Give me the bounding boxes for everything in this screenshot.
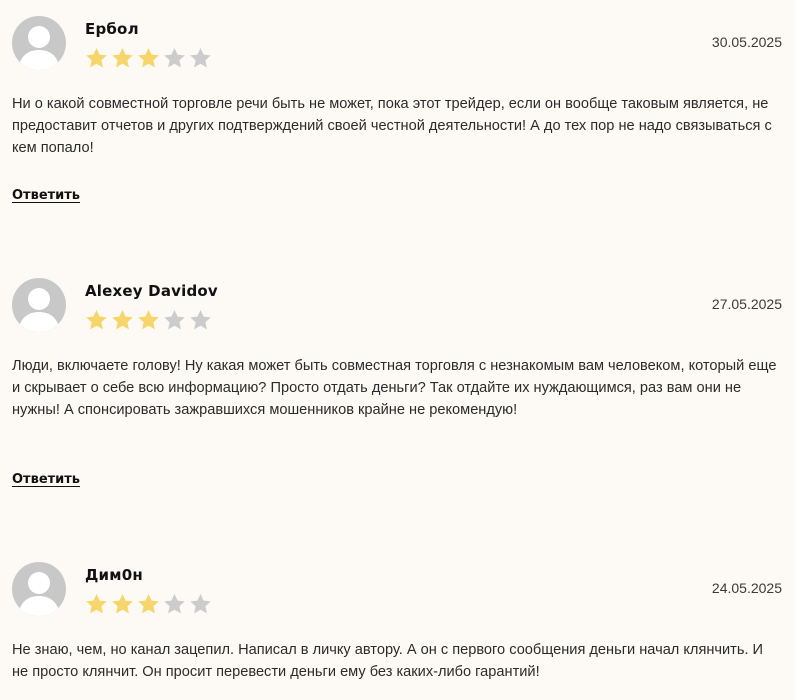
star-empty-icon	[190, 594, 211, 614]
star-rating	[84, 46, 213, 70]
star-filled-icon	[86, 48, 107, 68]
review-card: Дим0н 24.05.2025 Не знаю, чем, но канал …	[12, 562, 782, 700]
review-card: Ербол 30.05.2025 Ни о какой совместной т…	[12, 16, 782, 216]
review-text: Люди, включаете голову! Ну какая может б…	[12, 358, 777, 418]
star-filled-icon	[86, 594, 107, 614]
review-date: 30.05.2025	[711, 34, 782, 50]
review-date: 27.05.2025	[711, 296, 782, 312]
avatar	[12, 16, 66, 70]
avatar	[12, 278, 66, 332]
review-text: Ни о какой совместной торговле речи быть…	[12, 96, 772, 156]
star-empty-icon	[164, 310, 185, 330]
star-filled-icon	[138, 310, 159, 330]
star-empty-icon	[164, 48, 185, 68]
reviewer-name: Ербол	[85, 20, 139, 38]
star-rating	[84, 308, 213, 332]
star-empty-icon	[190, 310, 211, 330]
reviewer-name: Alexey Davidov	[85, 282, 218, 300]
reply-link[interactable]: Ответить	[12, 472, 80, 487]
star-filled-icon	[138, 594, 159, 614]
review-text: Не знаю, чем, но канал зацепил. Написал …	[12, 642, 764, 680]
star-empty-icon	[190, 48, 211, 68]
reviewer-name: Дим0н	[85, 566, 143, 584]
user-placeholder-icon	[18, 26, 60, 70]
star-empty-icon	[164, 594, 185, 614]
star-filled-icon	[112, 594, 133, 614]
star-filled-icon	[86, 310, 107, 330]
review-card: Alexey Davidov 27.05.2025 Люди, включает…	[12, 278, 782, 498]
star-filled-icon	[138, 48, 159, 68]
user-placeholder-icon	[18, 288, 60, 332]
user-placeholder-icon	[18, 572, 60, 616]
star-filled-icon	[112, 48, 133, 68]
star-filled-icon	[112, 310, 133, 330]
review-date: 24.05.2025	[711, 580, 782, 596]
star-rating	[84, 592, 213, 616]
avatar	[12, 562, 66, 616]
reply-link[interactable]: Ответить	[12, 188, 80, 203]
